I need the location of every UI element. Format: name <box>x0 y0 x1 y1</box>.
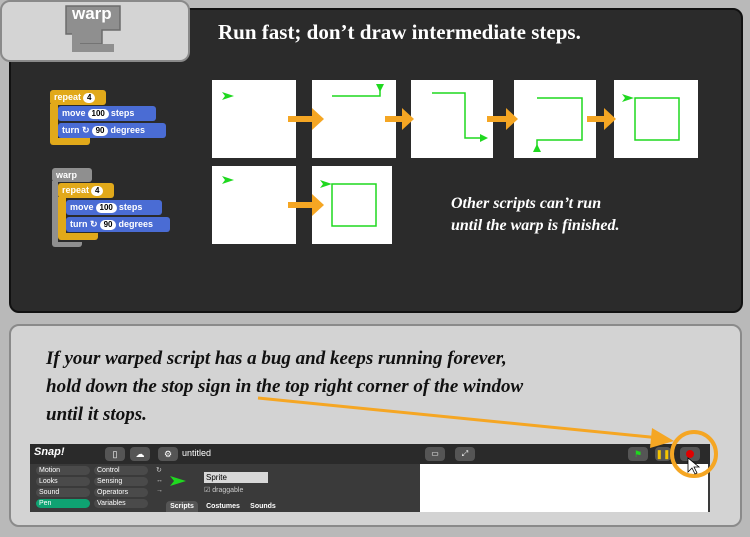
pointer-line <box>257 396 661 440</box>
pointer-arrowhead <box>650 428 674 448</box>
annotation-overlay <box>257 396 718 478</box>
mouse-cursor-icon <box>687 457 701 475</box>
